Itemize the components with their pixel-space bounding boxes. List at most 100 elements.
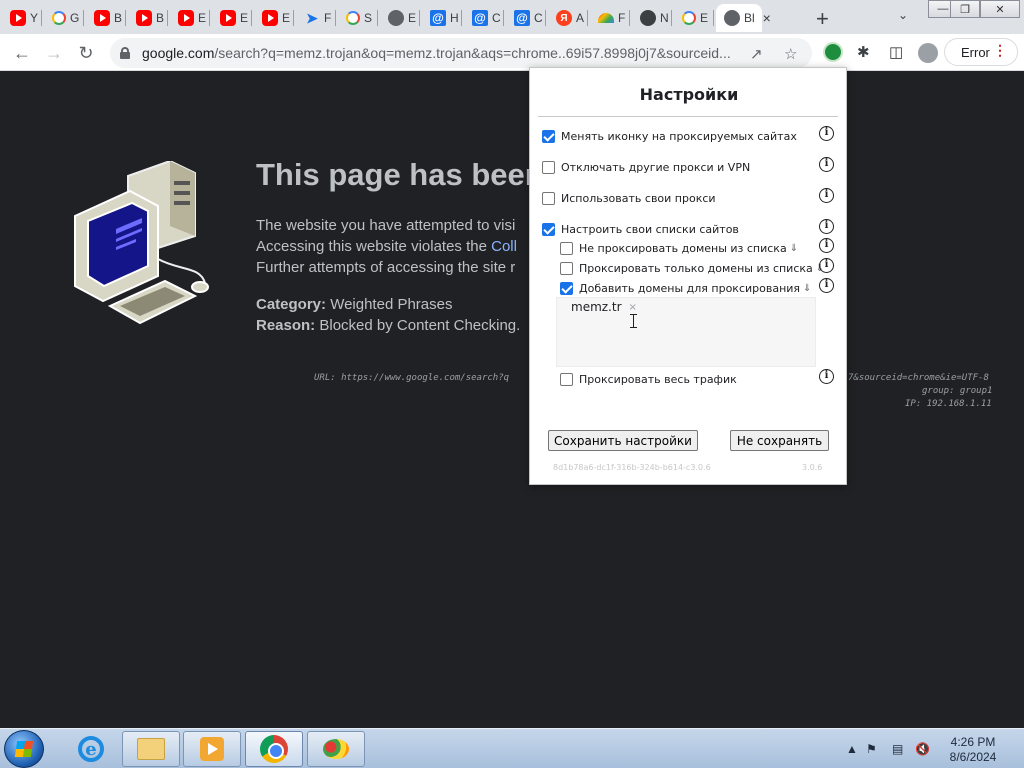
browser-tab[interactable]: @ H [422, 4, 462, 32]
tab-separator [545, 10, 546, 26]
error-button[interactable]: Error ⋮ [944, 38, 1018, 66]
tab-title: E [198, 11, 207, 25]
option-add-domains[interactable]: Добавить домены для проксирования ⇓ [560, 282, 811, 295]
action-center-flag-icon[interactable]: ⚑ [866, 742, 877, 756]
lock-icon[interactable] [120, 47, 130, 59]
option-disable-vpn[interactable]: Отключать другие прокси и VPN [542, 161, 750, 174]
blocked-line-2: Accessing this website violates the Coll [256, 238, 517, 255]
option-all-traffic[interactable]: Проксировать весь трафик [560, 373, 737, 386]
browser-tab[interactable]: @ C [506, 4, 546, 32]
menu-dots-icon[interactable]: ⋮ [993, 42, 1007, 59]
browser-tab[interactable]: E [380, 4, 420, 32]
url-text[interactable]: google.com/search?q=memz.trojan&oq=memz.… [142, 45, 742, 61]
domain-chip[interactable]: memz.tr × [571, 300, 637, 314]
checkbox-checked[interactable] [542, 130, 555, 143]
browser-tab[interactable]: S [338, 4, 378, 32]
remove-chip-icon[interactable]: × [629, 302, 637, 313]
close-window-button[interactable]: ✕ [980, 0, 1020, 18]
checkbox-checked[interactable] [542, 223, 555, 236]
checkbox-unchecked[interactable] [542, 192, 555, 205]
browser-tab[interactable]: E [674, 4, 714, 32]
start-button[interactable] [4, 730, 44, 768]
error-label: Error [961, 44, 990, 60]
browser-tab[interactable]: Bl × [716, 4, 771, 32]
browser-tab[interactable]: N [632, 4, 672, 32]
url-path: /search?q=memz.trojan&oq=memz.trojan&aqs… [214, 45, 731, 61]
tab-title: C [534, 11, 543, 25]
show-hidden-icons-icon[interactable]: ▲ [846, 742, 858, 756]
blocked-line-3: Further attempts of accessing the site r [256, 259, 516, 276]
forward-arrow-icon[interactable]: → [42, 41, 66, 65]
info-icon[interactable]: i [819, 219, 834, 234]
side-panel-icon[interactable]: ◫ [889, 43, 903, 61]
option-label: Проксировать только домены из списка [579, 262, 813, 275]
system-clock[interactable]: 4:26 PM 8/6/2024 [940, 735, 1006, 765]
checkbox-unchecked[interactable] [560, 373, 573, 386]
paint-icon [323, 739, 349, 759]
checkbox-unchecked[interactable] [560, 262, 573, 275]
save-settings-button[interactable]: Сохранить настройки [548, 430, 698, 451]
new-tab-button[interactable]: + [816, 6, 829, 32]
policy-link[interactable]: Coll [491, 238, 517, 255]
tab-search-chevron-icon[interactable]: ⌄ [898, 8, 908, 22]
restore-button[interactable]: ❐ [950, 0, 980, 18]
browser-tab[interactable]: B [128, 4, 168, 32]
network-icon[interactable]: ▤ [892, 742, 903, 756]
info-icon[interactable]: i [819, 369, 834, 384]
browser-tab[interactable]: ➤ F [296, 4, 336, 32]
browser-tab[interactable]: B [86, 4, 126, 32]
option-exclude-domains[interactable]: Не проксировать домены из списка ⇓ [560, 242, 798, 255]
settings-popup: Настройки Менять иконку на проксируемых … [529, 67, 847, 485]
bookmark-star-icon[interactable]: ☆ [784, 45, 797, 63]
volume-muted-icon[interactable]: 🔇 [915, 742, 930, 756]
proxy-extension-icon[interactable] [823, 42, 843, 62]
browser-tab[interactable]: E [254, 4, 294, 32]
checkbox-unchecked[interactable] [542, 161, 555, 174]
domain-chip-label: memz.tr [571, 300, 622, 314]
tab-title: E [240, 11, 249, 25]
checkbox-unchecked[interactable] [560, 242, 573, 255]
taskbar-chrome[interactable] [245, 731, 303, 767]
info-icon[interactable]: i [819, 278, 834, 293]
browser-tab[interactable]: ЯA [548, 4, 588, 32]
info-icon[interactable]: i [819, 238, 834, 253]
browser-tab[interactable]: E [212, 4, 252, 32]
reload-icon[interactable]: ↻ [74, 41, 98, 65]
tab-title: H [450, 11, 459, 25]
option-site-lists[interactable]: Настроить свои списки сайтов [542, 223, 739, 236]
browser-tab[interactable]: @ C [464, 4, 504, 32]
browser-tab[interactable]: Y [2, 4, 42, 32]
taskbar-paint[interactable] [307, 731, 365, 767]
checkbox-checked[interactable] [560, 282, 573, 295]
tab-title: N [660, 11, 669, 25]
info-icon[interactable]: i [819, 126, 834, 141]
option-change-icon[interactable]: Менять иконку на проксируемых сайтах [542, 130, 797, 143]
profile-avatar-icon[interactable] [918, 43, 938, 63]
close-tab-icon[interactable]: × [763, 10, 771, 26]
dont-save-button[interactable]: Не сохранять [730, 430, 829, 451]
browser-tab[interactable]: G [44, 4, 84, 32]
info-icon[interactable]: i [819, 258, 834, 273]
browser-tab[interactable]: E [170, 4, 210, 32]
tab-title: Bl [744, 11, 755, 25]
taskbar-ie[interactable]: e [62, 731, 120, 767]
tab-title: E [700, 11, 709, 25]
tab-title: C [492, 11, 501, 25]
info-icon[interactable]: i [819, 188, 834, 203]
info-icon[interactable]: i [819, 157, 834, 172]
option-only-listed[interactable]: Проксировать только домены из списка ⇓ [560, 262, 824, 275]
tab-title: G [70, 11, 80, 25]
back-arrow-icon[interactable]: ← [10, 41, 34, 65]
taskbar-explorer[interactable] [122, 731, 180, 767]
youtube-icon [10, 10, 26, 26]
share-icon[interactable]: ↗ [750, 45, 763, 63]
tab-separator [83, 10, 84, 26]
tab-strip: Y G B B E E E ➤ F S E @ H @ C @ C Я A F N E Bl × + ⌄ — ❐ ✕ [0, 0, 1024, 34]
extensions-puzzle-icon[interactable]: ✱ [857, 43, 870, 61]
tab-separator [41, 10, 42, 26]
address-bar[interactable]: google.com/search?q=memz.trojan&oq=memz.… [110, 38, 812, 68]
option-own-proxy[interactable]: Использовать свои прокси [542, 192, 716, 205]
domain-list-input[interactable]: memz.tr × [556, 297, 816, 367]
taskbar-media-player[interactable] [183, 731, 241, 767]
browser-tab[interactable]: F [590, 4, 630, 32]
